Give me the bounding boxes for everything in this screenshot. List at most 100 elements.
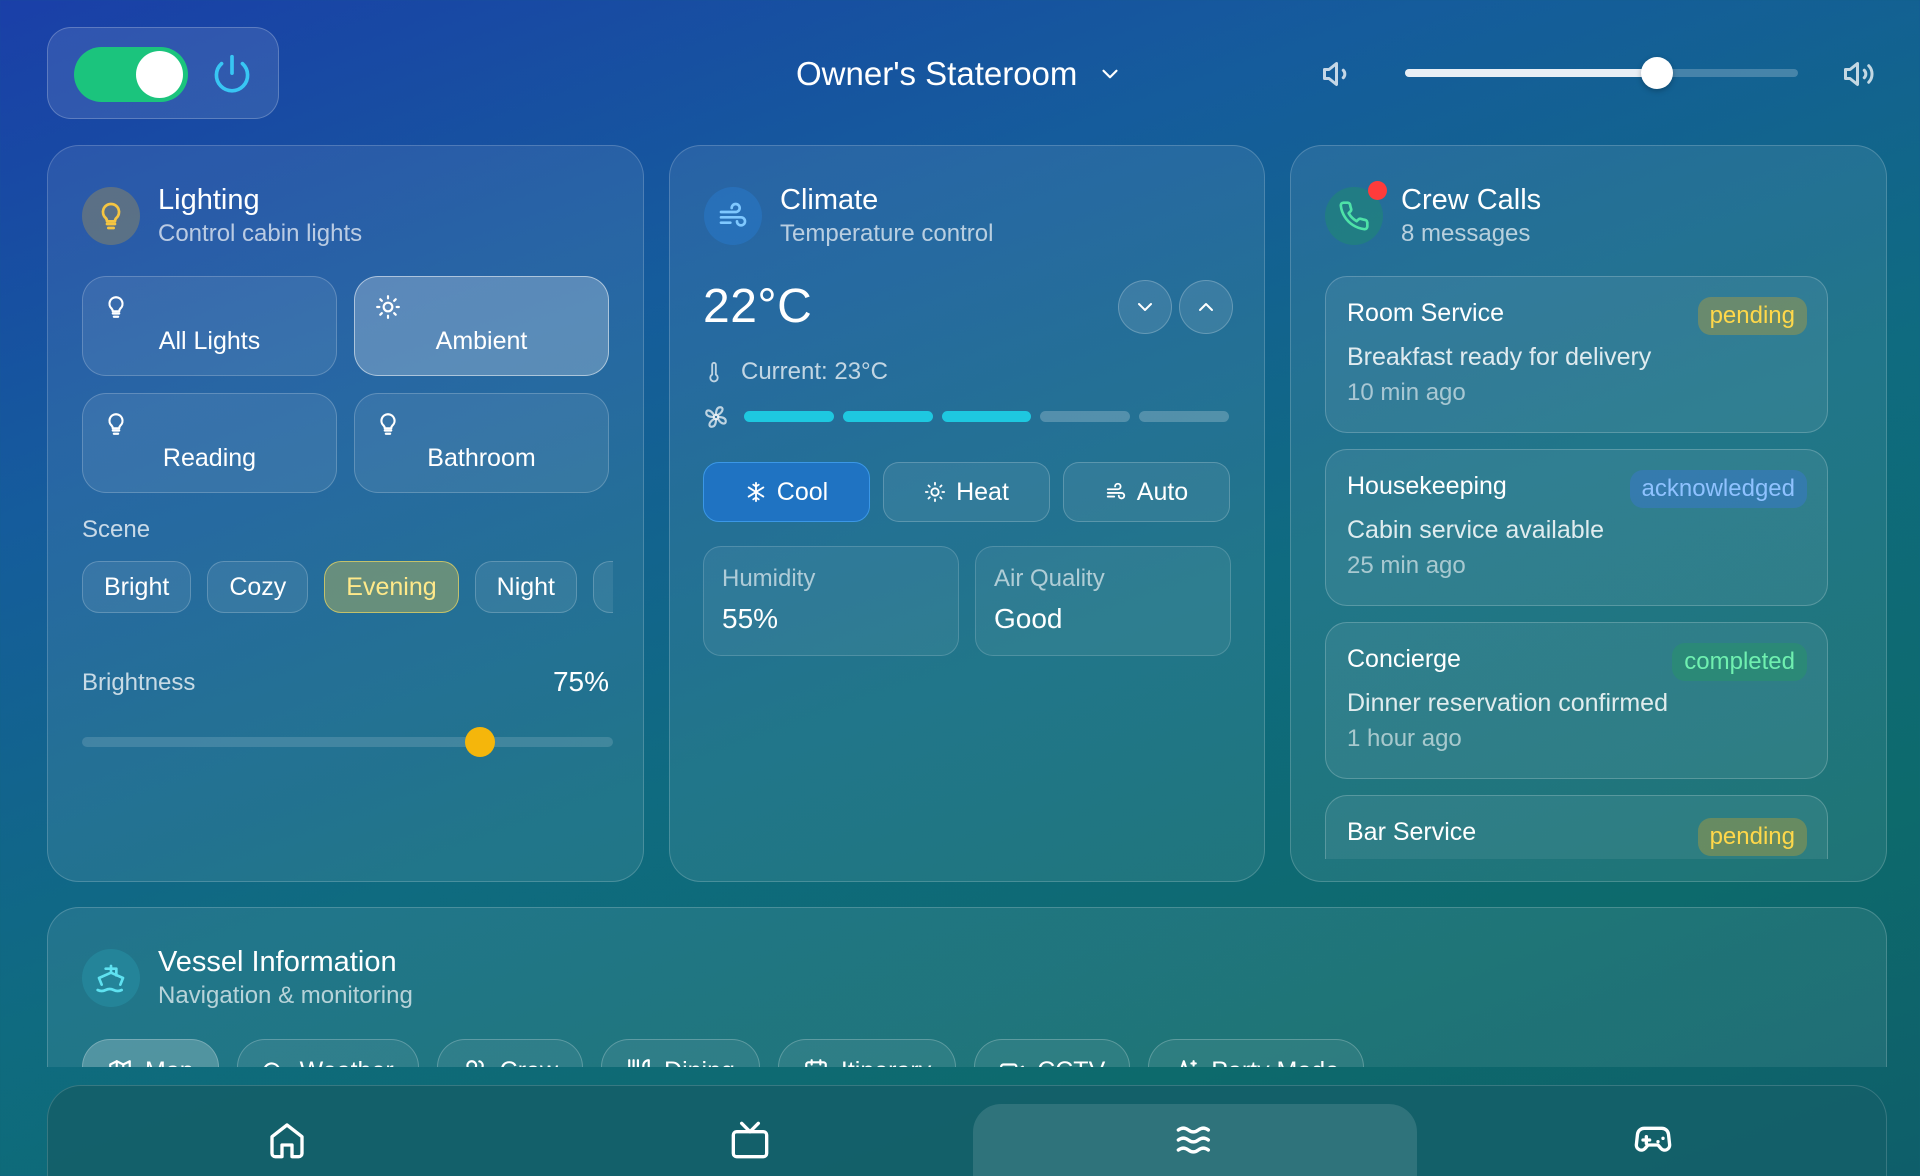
tab-crew[interactable]: Crew [436,1039,584,1068]
crew-calls-title: Crew Calls [1401,184,1542,216]
thermometer-icon [709,361,719,383]
fan-speed-bar[interactable] [1040,411,1131,422]
mode-label: Heat [956,477,1009,506]
fan-speed-bar[interactable] [842,411,933,422]
nav-games[interactable] [1417,1086,1888,1176]
humidity-label: Humidity [722,565,816,592]
scene-chip-night[interactable]: Night [474,561,578,613]
cloud-icon [263,1062,279,1067]
volume-high-icon[interactable] [1840,56,1878,92]
brightness-label: Brightness [82,669,196,696]
crew-calls-list[interactable]: Room Service pending Breakfast ready for… [1325,276,1828,859]
fan-speed-bar[interactable] [744,411,834,422]
climate-card: Climate Temperature control 22°C Current… [669,145,1265,882]
toggle-knob [136,51,183,98]
wind-icon [1106,482,1125,500]
scene-chip-bright[interactable]: Bright [82,561,192,613]
power-icon[interactable] [210,53,254,97]
humidity-value: 55% [722,603,779,634]
climate-title: Climate [780,184,879,216]
tab-map[interactable]: Map [82,1039,219,1067]
room-name: Owner's Stateroom [796,55,1078,92]
tab-cctv[interactable]: CCTV [974,1039,1131,1068]
scene-chip-evening[interactable]: Evening [324,561,459,613]
light-tile-reading[interactable]: Reading [82,393,337,493]
status-badge: pending [1697,818,1807,856]
vessel-subtitle: Navigation & monitoring [158,982,413,1009]
room-selector[interactable]: Owner's Stateroom [796,52,1123,96]
light-tile-label: Reading [162,444,257,472]
light-tile-label: Ambient [435,327,528,355]
air-quality-label: Air Quality [994,565,1105,592]
fan-icon [703,404,729,430]
call-name: Room Service [1347,299,1504,327]
tab-party-mode[interactable]: Party Mode [1148,1039,1365,1068]
call-time: 10 min ago [1347,379,1466,406]
tab-label: Map [145,1057,194,1068]
fan-speed-bar[interactable] [1139,411,1229,422]
call-item-room-service[interactable]: Room Service pending Breakfast ready for… [1325,276,1828,433]
tab-label: CCTV [1037,1057,1105,1068]
call-message: Dinner reservation confirmed [1347,689,1668,717]
call-item-concierge[interactable]: Concierge completed Dinner reservation c… [1325,622,1828,779]
lighting-subtitle: Control cabin lights [158,220,363,247]
tab-itinerary[interactable]: Itinerary [777,1039,957,1068]
brightness-thumb[interactable] [465,727,496,757]
scene-chip-more[interactable] [593,561,613,613]
tab-label: Itinerary [841,1057,931,1068]
call-message: Breakfast ready for delivery [1347,343,1652,371]
mode-label: Cool [776,477,829,506]
lighting-card: Lighting Control cabin lights All Lights… [47,145,644,882]
humidity-box: Humidity 55% [703,546,959,656]
mode-auto-button[interactable]: Auto [1063,462,1230,522]
brightness-slider[interactable] [82,727,613,757]
sun-icon [925,481,946,503]
sparkles-icon [1180,1060,1198,1067]
bulb-icon [103,410,129,438]
light-tile-bathroom[interactable]: Bathroom [354,393,609,493]
gamepad-icon [1634,1126,1671,1152]
crew-calls-icon-wrap [1325,181,1387,245]
call-time: 1 hour ago [1347,725,1462,752]
climate-mode-group: Cool Heat Auto [703,462,1230,522]
status-badge: acknowledged [1629,470,1807,508]
light-tile-ambient[interactable]: Ambient [354,276,609,376]
fan-speed-bars[interactable] [744,411,1229,422]
tab-label: Party Mode [1211,1057,1339,1068]
tab-label: Crew [500,1057,558,1068]
bottom-nav [47,1085,1887,1176]
volume-low-icon[interactable] [1320,56,1356,92]
scene-chip-cozy[interactable]: Cozy [207,561,309,613]
temperature-up-button[interactable] [1179,280,1233,334]
light-tile-all-lights[interactable]: All Lights [82,276,337,376]
chevron-down-icon [1138,303,1152,311]
utensils-icon [628,1059,650,1067]
vessel-title: Vessel Information [158,946,397,978]
vessel-tabs: Map Weather Crew Dining Itinerary CCTV P… [82,1039,1365,1068]
calendar-icon [805,1059,827,1067]
call-item-bar-service[interactable]: Bar Service pending [1325,795,1828,859]
nav-marine[interactable] [973,1086,1417,1176]
snowflake-icon [747,481,765,503]
air-quality-value: Good [994,603,1063,634]
call-name: Housekeeping [1347,472,1507,500]
notification-dot [1368,181,1387,200]
bulb-icon [82,187,140,245]
video-icon [1000,1063,1025,1067]
volume-fill [1405,69,1657,77]
brightness-value: 75% [552,666,609,697]
tab-label: Dining [664,1057,735,1068]
mode-cool-button[interactable]: Cool [703,462,870,522]
tab-weather[interactable]: Weather [236,1039,419,1067]
nav-tv[interactable] [525,1086,975,1176]
volume-thumb[interactable] [1640,57,1673,89]
call-name: Concierge [1347,645,1461,673]
fan-speed-bar[interactable] [941,411,1032,422]
power-toggle[interactable] [74,47,188,102]
volume-slider[interactable] [1405,57,1798,89]
temperature-down-button[interactable] [1118,280,1172,334]
call-item-housekeeping[interactable]: Housekeeping acknowledged Cabin service … [1325,449,1828,606]
mode-heat-button[interactable]: Heat [883,462,1050,522]
tab-dining[interactable]: Dining [601,1039,760,1067]
nav-home[interactable] [48,1086,525,1176]
